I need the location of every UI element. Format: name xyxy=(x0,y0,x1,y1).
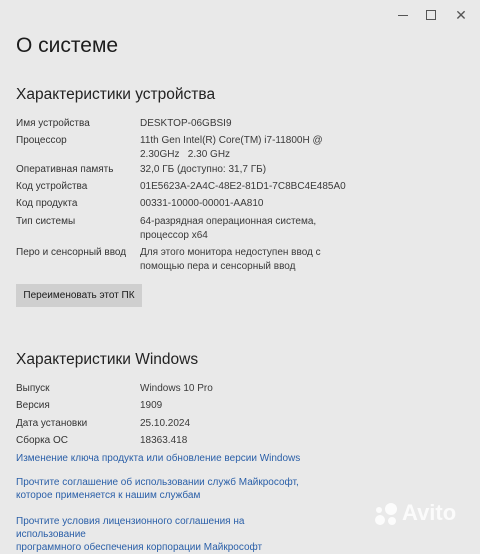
license-terms-link[interactable]: Прочтите условия лицензионного соглашени… xyxy=(16,515,316,554)
spec-label: Перо и сенсорный ввод xyxy=(16,247,127,258)
spec-value-line: 11th Gen Intel(R) Core(TM) i7-11800H @ xyxy=(140,135,323,146)
spec-value: 01E5623A-2A4C-48E2-81D1-7C8BC4E485A0 xyxy=(140,181,346,192)
minimize-icon[interactable] xyxy=(396,8,410,22)
spec-value-line: 2.30GHz 2.30 GHz xyxy=(140,149,231,160)
spec-label: Сборка ОС xyxy=(16,435,69,446)
rename-pc-button[interactable]: Переименовать этот ПК xyxy=(16,284,142,307)
services-agreement-link[interactable]: Прочтите соглашение об использовании слу… xyxy=(16,476,316,502)
spec-value: DESKTOP-06GBSI9 xyxy=(140,118,232,129)
spec-value-line: Для этого монитора недоступен ввод с xyxy=(140,247,321,258)
link-line: Прочтите условия лицензионного соглашени… xyxy=(16,516,245,540)
spec-value: 25.10.2024 xyxy=(140,418,191,429)
spec-value: 64-разрядная операционная система, проце… xyxy=(140,215,440,243)
spec-value: 18363.418 xyxy=(140,435,188,446)
spec-value: 11th Gen Intel(R) Core(TM) i7-11800H @ 2… xyxy=(140,134,440,162)
maximize-icon[interactable] xyxy=(424,8,438,22)
spec-value: 1909 xyxy=(140,400,163,411)
avito-logo-icon xyxy=(375,503,397,525)
spec-label: Код устройства xyxy=(16,181,88,192)
page-title: О системе xyxy=(16,34,119,57)
title-bar: ✕ xyxy=(0,0,480,30)
device-specs-heading: Характеристики устройства xyxy=(16,86,216,103)
windows-specs-heading: Характеристики Windows xyxy=(16,351,199,368)
watermark-text: Avito xyxy=(402,500,457,525)
spec-value-line: 64-разрядная операционная система, xyxy=(140,216,317,227)
spec-label: Код продукта xyxy=(16,198,78,209)
spec-label: Дата установки xyxy=(16,418,88,429)
close-icon[interactable]: ✕ xyxy=(454,8,468,22)
spec-label: Тип системы xyxy=(16,216,76,227)
avito-watermark: Avito xyxy=(372,498,472,532)
link-line: Прочтите соглашение об использовании слу… xyxy=(16,477,299,488)
change-product-key-link[interactable]: Изменение ключа продукта или обновление … xyxy=(16,452,316,465)
spec-value-line: помощью пера и сенсорный ввод xyxy=(140,261,296,272)
spec-value: 00331-10000-00001-AA810 xyxy=(140,198,264,209)
spec-label: Оперативная память xyxy=(16,164,114,175)
spec-label: Выпуск xyxy=(16,383,50,394)
spec-value: Windows 10 Pro xyxy=(140,383,213,394)
spec-label: Процессор xyxy=(16,135,67,146)
spec-value-line: процессор x64 xyxy=(140,230,208,241)
link-line: которое применяется к нашим службам xyxy=(16,490,201,501)
spec-value: Для этого монитора недоступен ввод с пом… xyxy=(140,246,440,274)
link-line: программного обеспечения корпорации Майк… xyxy=(16,542,263,553)
spec-label: Версия xyxy=(16,400,50,411)
spec-value: 32,0 ГБ (доступно: 31,7 ГБ) xyxy=(140,164,267,175)
spec-label: Имя устройства xyxy=(16,118,90,129)
